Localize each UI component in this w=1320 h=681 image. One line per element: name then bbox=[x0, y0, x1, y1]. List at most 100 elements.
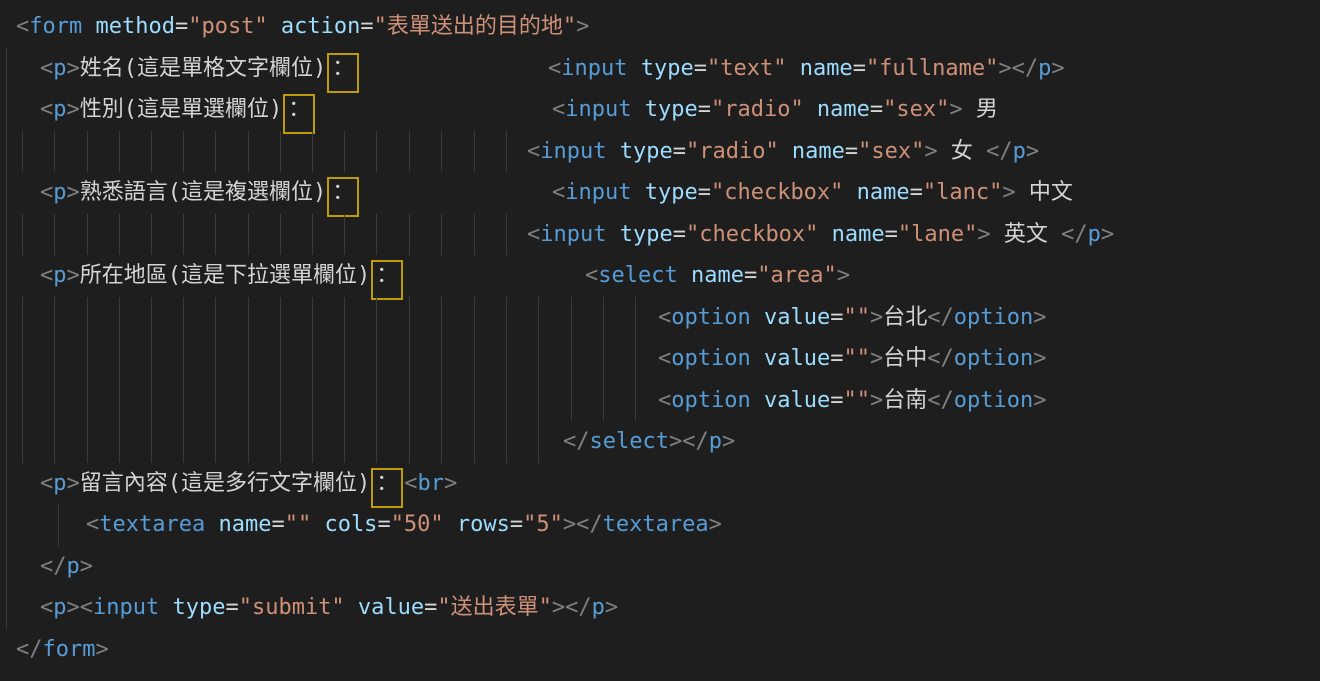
code-token-operator: = bbox=[853, 56, 866, 81]
indent-guide bbox=[441, 338, 442, 380]
code-token-punctuation: > bbox=[67, 56, 80, 81]
code-line[interactable]: <p>熟悉語言(這是複選欄位)：<input type="checkbox" n… bbox=[0, 172, 1320, 214]
code-line[interactable]: <textarea name="" cols="50" rows="5"></t… bbox=[0, 504, 1320, 546]
indent-guide bbox=[280, 131, 281, 173]
indent-guide bbox=[6, 338, 7, 380]
indent-guide bbox=[506, 131, 507, 173]
unicode-highlight-box: ： bbox=[327, 53, 359, 93]
code-line[interactable]: <input type="checkbox" name="lane"> 英文 <… bbox=[0, 214, 1320, 256]
code-line[interactable]: <p>所在地區(這是下拉選單欄位)：<select name="area"> bbox=[0, 255, 1320, 297]
indent-guide bbox=[119, 297, 120, 339]
indent-guide bbox=[215, 421, 216, 463]
indent-guide bbox=[6, 421, 7, 463]
indent-guide bbox=[6, 546, 7, 588]
code-segment: <input type="checkbox" name="lane"> 英文 <… bbox=[527, 214, 1114, 256]
code-token-punctuation: > bbox=[80, 554, 93, 579]
code-line[interactable]: </form> bbox=[0, 629, 1320, 671]
indent-guide bbox=[54, 297, 55, 339]
indent-guide bbox=[6, 587, 7, 629]
code-line[interactable]: <option value="">台中</option> bbox=[0, 338, 1320, 380]
code-token-operator: = bbox=[910, 180, 923, 205]
code-token-attribute: name bbox=[804, 97, 870, 122]
code-token-punctuation: > bbox=[67, 180, 80, 205]
code-line[interactable]: </p> bbox=[0, 546, 1320, 588]
indent-guide bbox=[344, 380, 345, 422]
indent-guide bbox=[248, 380, 249, 422]
code-line[interactable]: <p>姓名(這是單格文字欄位)：<input type="text" name=… bbox=[0, 48, 1320, 90]
code-token-punctuation: > bbox=[576, 14, 589, 39]
code-token-punctuation: > bbox=[1002, 180, 1015, 205]
code-segment: <option value="">台北</option> bbox=[658, 297, 1046, 339]
indent-guide bbox=[441, 214, 442, 256]
code-token-attribute: rows bbox=[444, 512, 510, 537]
code-token-operator: = bbox=[360, 14, 373, 39]
code-token-operator: = bbox=[698, 180, 711, 205]
code-token-string: "checkbox" bbox=[686, 222, 818, 247]
code-token-punctuation: > bbox=[605, 595, 618, 620]
code-segment: <option value="">台南</option> bbox=[658, 380, 1046, 422]
code-line[interactable]: <p>性別(這是單選欄位)：<input type="radio" name="… bbox=[0, 89, 1320, 131]
code-token-string: "" bbox=[843, 346, 870, 371]
code-token-attribute: type bbox=[606, 222, 672, 247]
code-token-attribute: name bbox=[779, 139, 845, 164]
code-segment: <p>熟悉語言(這是複選欄位)： bbox=[40, 172, 360, 214]
code-editor[interactable]: <form method="post" action="表單送出的目的地"><p… bbox=[0, 0, 1320, 675]
code-token-punctuation: > bbox=[1033, 388, 1046, 413]
indent-guide bbox=[151, 421, 152, 463]
indent-guide bbox=[312, 380, 313, 422]
code-token-punctuation: ></ bbox=[563, 512, 603, 537]
code-token-text: 性別(這是單選欄位) bbox=[80, 97, 283, 122]
code-token-string: "radio" bbox=[711, 97, 804, 122]
code-token-punctuation: < bbox=[40, 180, 53, 205]
code-token-attribute: value bbox=[345, 595, 424, 620]
code-segment: <p>留言內容(這是多行文字欄位)：<br> bbox=[40, 463, 457, 505]
indent-guide bbox=[376, 338, 377, 380]
indent-guide bbox=[312, 297, 313, 339]
code-token-attribute: method bbox=[82, 14, 175, 39]
code-token-attribute: value bbox=[751, 346, 830, 371]
code-token-punctuation: </ bbox=[563, 429, 590, 454]
indent-guide bbox=[87, 297, 88, 339]
code-line[interactable]: <p>留言內容(這是多行文字欄位)：<br> bbox=[0, 463, 1320, 505]
indent-guide bbox=[635, 380, 636, 422]
code-token-punctuation: < bbox=[40, 595, 53, 620]
indent-guide bbox=[571, 297, 572, 339]
code-line[interactable]: </select></p> bbox=[0, 421, 1320, 463]
indent-guide bbox=[344, 297, 345, 339]
code-token-string: "area" bbox=[757, 263, 836, 288]
code-token-punctuation: > bbox=[924, 139, 937, 164]
indent-guide bbox=[409, 421, 410, 463]
indent-guide bbox=[441, 421, 442, 463]
indent-guide bbox=[183, 421, 184, 463]
indent-guide bbox=[215, 380, 216, 422]
indent-guide bbox=[22, 297, 23, 339]
code-token-punctuation: </ bbox=[927, 388, 954, 413]
code-token-punctuation: < bbox=[552, 97, 565, 122]
code-line[interactable]: <option value="">台北</option> bbox=[0, 297, 1320, 339]
code-line[interactable]: <p><input type="submit" value="送出表單"></p… bbox=[0, 587, 1320, 629]
code-token-string: "送出表單" bbox=[437, 595, 552, 620]
code-token-operator: = bbox=[830, 305, 843, 330]
indent-guide bbox=[54, 380, 55, 422]
indent-guide bbox=[87, 338, 88, 380]
code-segment: </form> bbox=[16, 629, 109, 671]
indent-guide bbox=[22, 131, 23, 173]
unicode-highlight-box: ： bbox=[371, 468, 403, 508]
indent-guide bbox=[54, 214, 55, 256]
code-segment: <p>姓名(這是單格文字欄位)： bbox=[40, 48, 360, 90]
indent-guide bbox=[344, 421, 345, 463]
code-line[interactable]: <input type="radio" name="sex"> 女 </p> bbox=[0, 131, 1320, 173]
code-line[interactable]: <form method="post" action="表單送出的目的地"> bbox=[0, 6, 1320, 48]
code-token-tag: p bbox=[53, 595, 66, 620]
indent-guide bbox=[571, 380, 572, 422]
code-token-tag: option bbox=[671, 346, 750, 371]
code-token-text: 熟悉語言(這是複選欄位) bbox=[80, 180, 327, 205]
indent-guide bbox=[441, 297, 442, 339]
code-token-text: 留言內容(這是多行文字欄位) bbox=[80, 471, 371, 496]
indent-guide bbox=[603, 338, 604, 380]
code-token-punctuation: < bbox=[658, 346, 671, 371]
code-line[interactable]: <option value="">台南</option> bbox=[0, 380, 1320, 422]
code-token-attribute: type bbox=[627, 56, 693, 81]
indent-guide bbox=[474, 297, 475, 339]
code-token-punctuation: </ bbox=[40, 554, 67, 579]
